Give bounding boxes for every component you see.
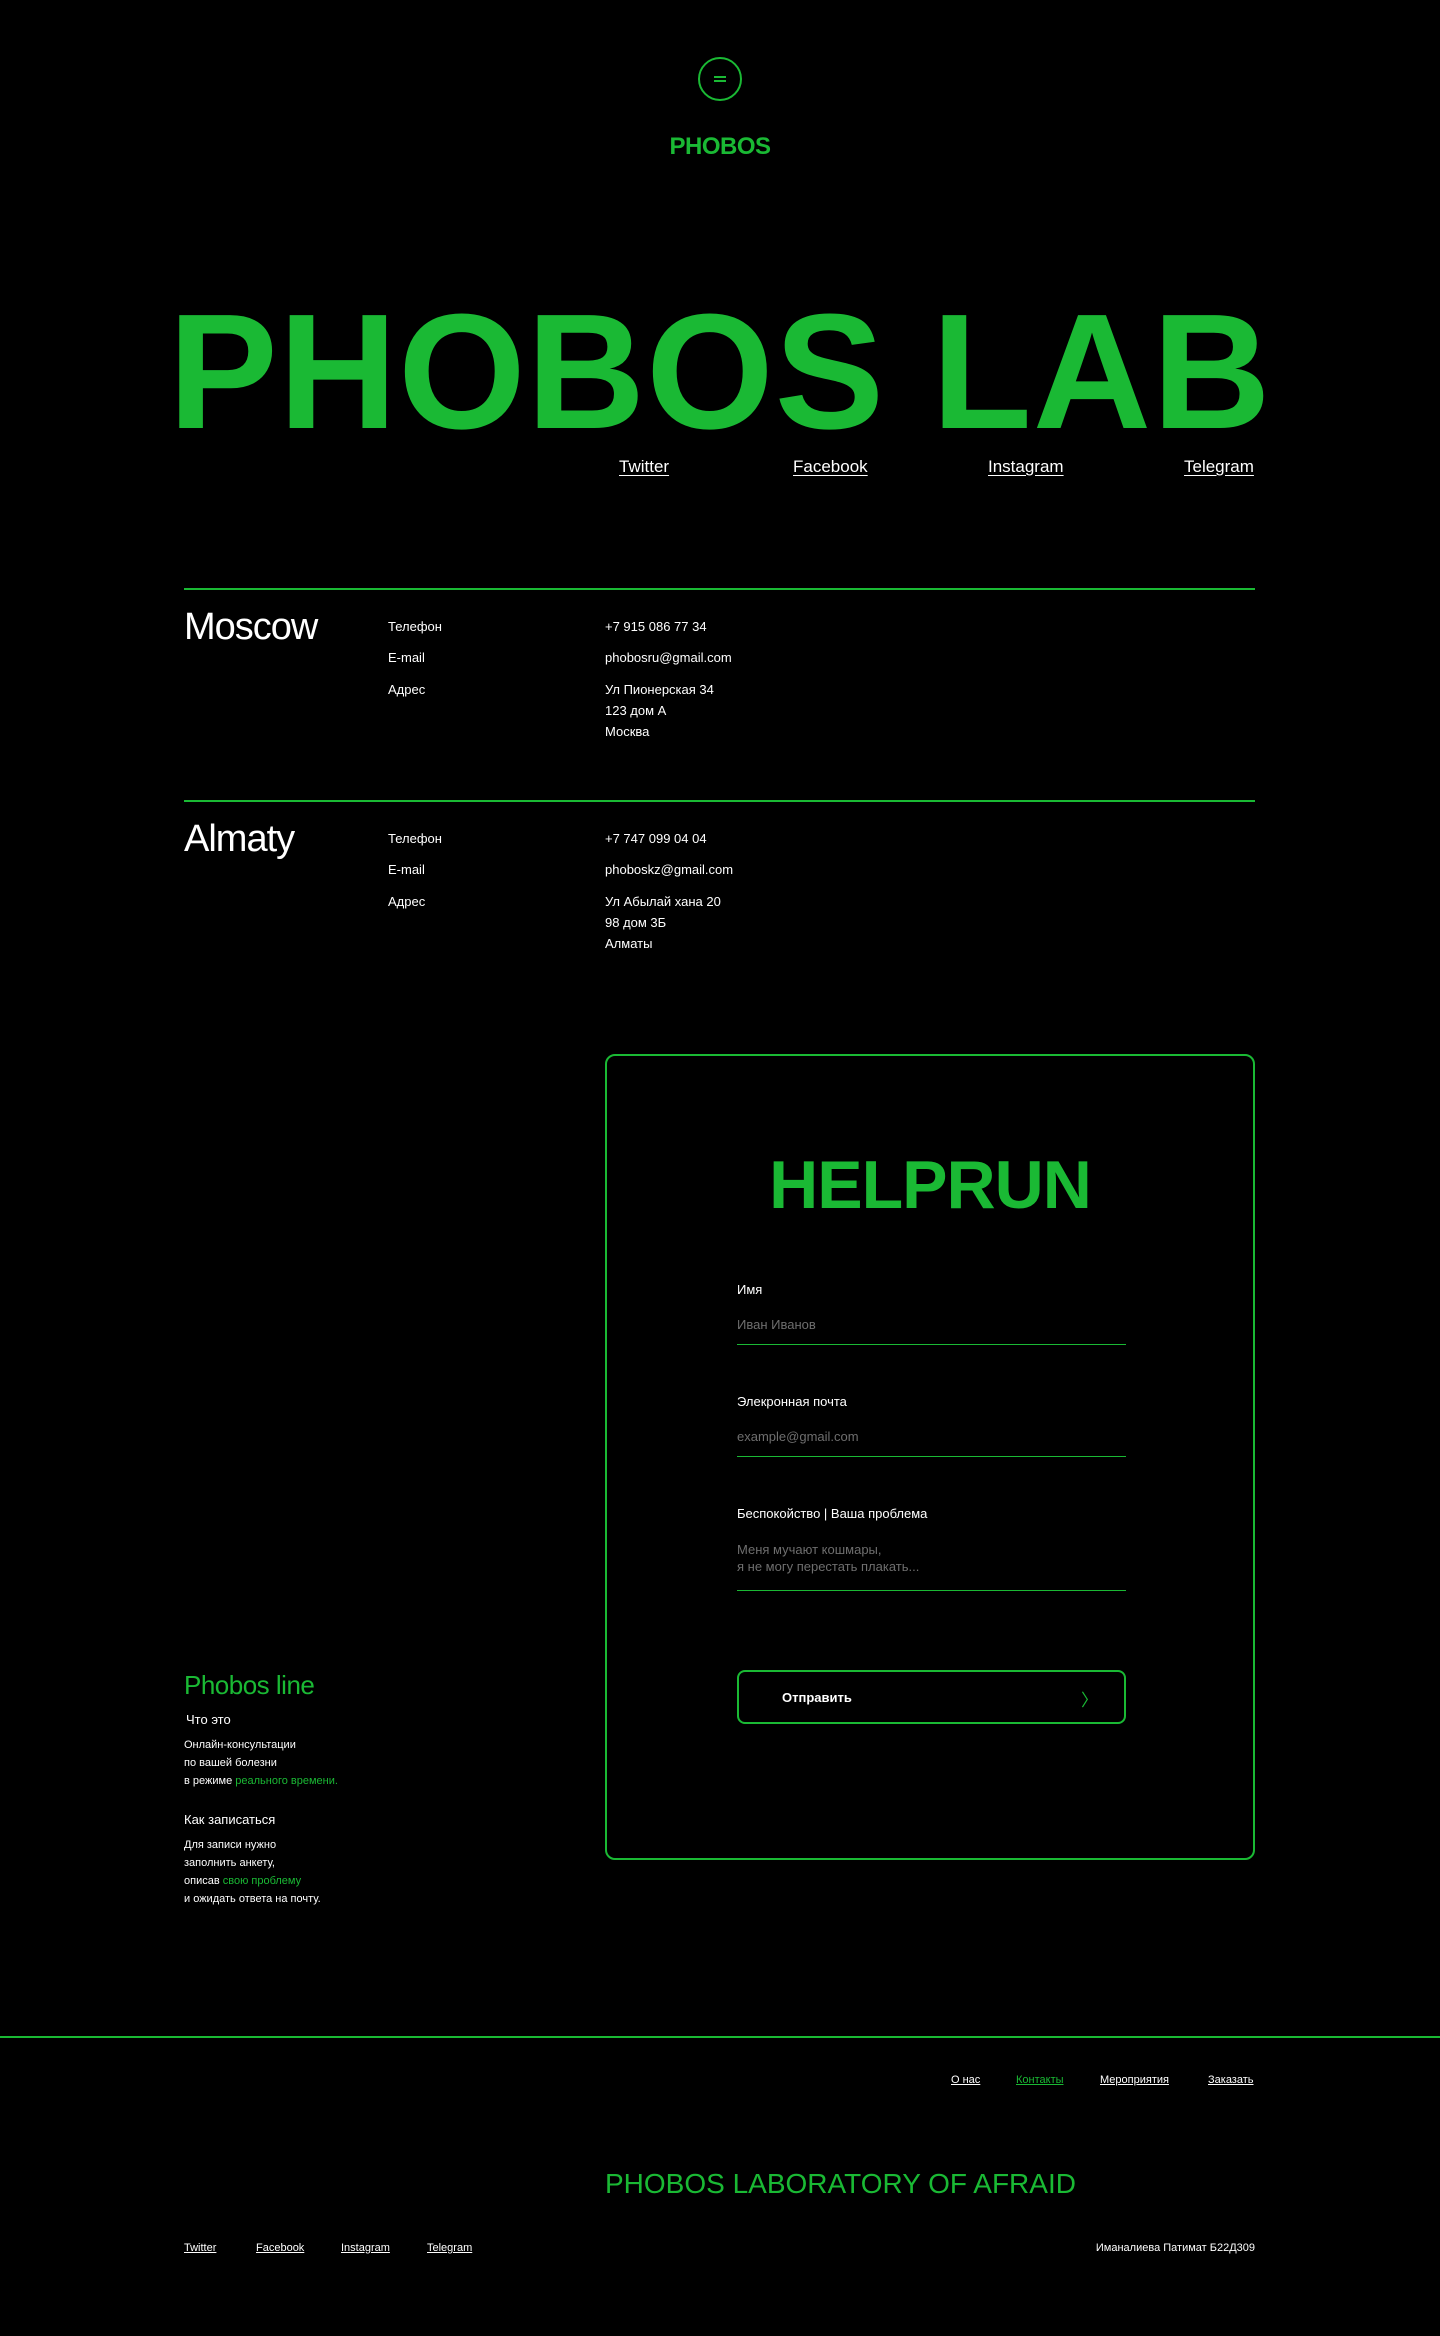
- how-description: Для записи нужно заполнить анкету, описа…: [184, 1836, 321, 1908]
- menu-button[interactable]: [698, 57, 742, 101]
- name-input[interactable]: [737, 1317, 1126, 1345]
- email-field-group: Элекронная почта: [737, 1394, 1126, 1457]
- name-label: Имя: [737, 1282, 763, 1297]
- problem-label: Беспокойство | Ваша проблема: [737, 1506, 928, 1521]
- email-label: E-mail: [388, 862, 425, 877]
- hero-title: PHOBOS LAB: [168, 280, 1272, 463]
- divider-almaty: [184, 800, 1255, 802]
- address-line: Алматы: [605, 936, 653, 951]
- nav-order[interactable]: Заказать: [1208, 2074, 1254, 2086]
- telegram-link[interactable]: Telegram: [1184, 457, 1254, 477]
- description-highlight: реального времени.: [235, 1775, 338, 1787]
- submit-button[interactable]: Отправить 〉: [737, 1670, 1126, 1724]
- instagram-link[interactable]: Instagram: [988, 457, 1064, 477]
- nav-events[interactable]: Мероприятия: [1100, 2074, 1169, 2086]
- address-label: Адрес: [388, 682, 426, 697]
- email-value[interactable]: phobosru@gmail.com: [605, 647, 732, 668]
- phone-value[interactable]: +7 747 099 04 04: [605, 828, 707, 849]
- credits: Иманалиева Патимат Б22Д309: [1095, 2242, 1255, 2254]
- footer-title: PHOBOS LABORATORY OF AFRAID: [605, 2168, 1076, 2199]
- address-line: 98 дом 3Б: [605, 915, 667, 930]
- phone-label: Телефон: [388, 619, 442, 634]
- description-highlight: свою проблему: [222, 1875, 302, 1887]
- twitter-link[interactable]: Twitter: [184, 2242, 216, 2254]
- description-text: в режиме: [184, 1775, 236, 1787]
- phobos-line-title: Phobos line: [184, 1670, 315, 1700]
- what-description: Онлайн-консультации по вашей болезни в р…: [184, 1736, 338, 1790]
- description-line: в режиме реального времени.: [184, 1772, 338, 1790]
- description-text: описав: [184, 1875, 223, 1887]
- chevron-right-icon: 〉: [1081, 1691, 1098, 1710]
- logo[interactable]: PHOBOS: [0, 133, 1440, 161]
- email-label: E-mail: [388, 650, 425, 665]
- address-line: 123 дом А: [605, 703, 667, 718]
- how-heading: Как записаться: [184, 1812, 276, 1827]
- email-label: Элекронная почта: [737, 1394, 847, 1409]
- help-form: HELPRUN Имя Элекронная почта Беспокойств…: [605, 1054, 1255, 1860]
- instagram-link[interactable]: Instagram: [341, 2242, 390, 2254]
- description-line: Онлайн-консультации: [184, 1739, 296, 1751]
- address-line: Ул Пионерская 34: [605, 682, 714, 697]
- telegram-link[interactable]: Telegram: [427, 2242, 472, 2254]
- footer-divider: [0, 2036, 1440, 2038]
- email-input[interactable]: [737, 1429, 1126, 1457]
- address-line: Ул Абылай хана 20: [605, 894, 721, 909]
- what-heading: Что это: [186, 1712, 231, 1727]
- city-moscow: Moscow: [184, 606, 318, 648]
- problem-textarea[interactable]: [737, 1541, 1126, 1591]
- submit-label: Отправить: [782, 1689, 852, 1705]
- name-field-group: Имя: [737, 1282, 1126, 1345]
- facebook-link[interactable]: Facebook: [256, 2242, 304, 2254]
- city-almaty: Almaty: [184, 818, 295, 860]
- description-line: Для записи нужно: [184, 1839, 277, 1851]
- facebook-link[interactable]: Facebook: [793, 457, 868, 477]
- phone-value[interactable]: +7 915 086 77 34: [605, 616, 707, 637]
- hamburger-icon: [714, 76, 726, 82]
- description-line: заполнить анкету,: [184, 1857, 275, 1869]
- nav-about[interactable]: О нас: [951, 2074, 980, 2086]
- problem-field-group: Беспокойство | Ваша проблема: [737, 1506, 1126, 1591]
- divider-moscow: [184, 588, 1255, 590]
- address-label: Адрес: [388, 894, 426, 909]
- email-value[interactable]: phoboskz@gmail.com: [605, 859, 733, 880]
- description-line: описав свою проблему: [184, 1872, 321, 1890]
- phone-label: Телефон: [388, 831, 442, 846]
- form-title: HELPRUN: [769, 1147, 1092, 1223]
- nav-contacts[interactable]: Контакты: [1016, 2074, 1064, 2086]
- address-line: Москва: [605, 724, 650, 739]
- description-line: и ожидать ответа на почту.: [184, 1893, 321, 1905]
- twitter-link[interactable]: Twitter: [619, 457, 669, 477]
- description-line: по вашей болезни: [184, 1757, 277, 1769]
